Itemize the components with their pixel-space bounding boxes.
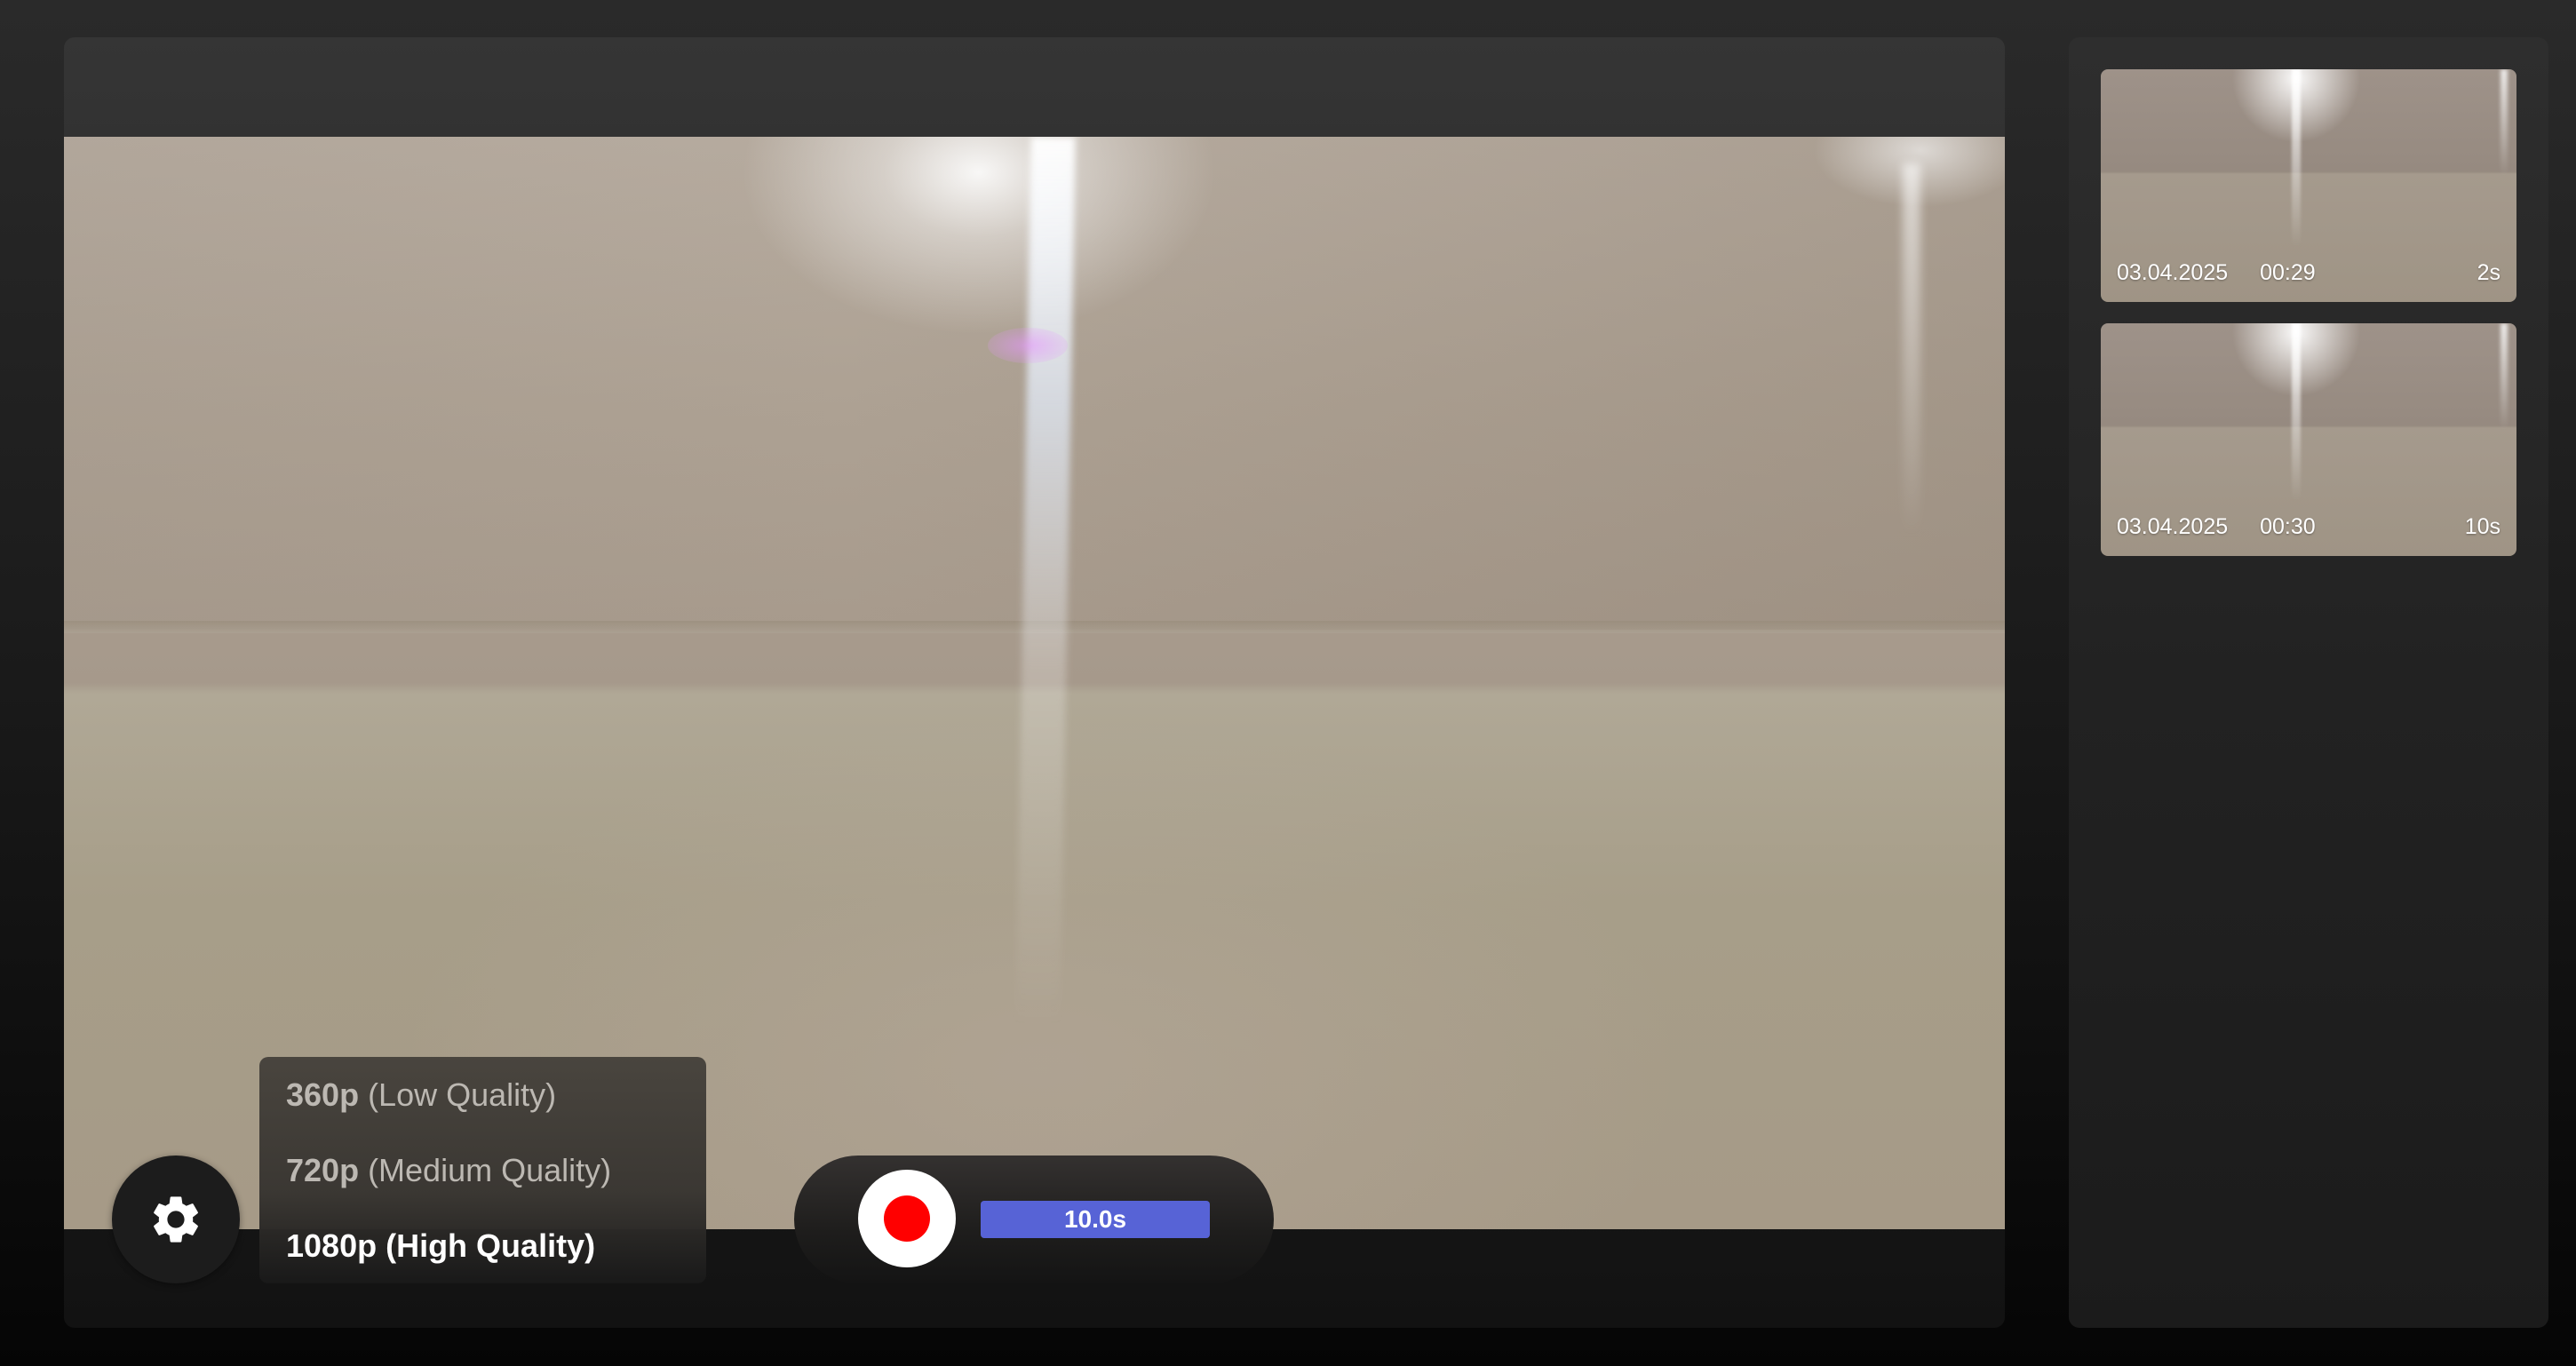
record-dot-icon [884,1195,930,1242]
quality-option-1080p[interactable]: 1080p (High Quality) [259,1208,706,1283]
quality-resolution: 1080p [286,1227,378,1264]
clip-meta: 03.04.2025 00:29 2s [2117,259,2500,286]
quality-description: (Medium Quality) [368,1151,612,1188]
quality-resolution: 720p [286,1151,360,1188]
clip-date: 03.04.2025 [2117,259,2229,285]
lens-flare [988,328,1068,363]
quality-option-360p[interactable]: 360p (Low Quality) [259,1057,706,1132]
quality-description: (Low Quality) [368,1076,557,1113]
clips-sidebar: 03.04.2025 00:29 2s 03.04.2025 00:30 10s [2069,37,2548,1328]
clip-duration: 2s [2477,259,2500,285]
quality-resolution: 360p [286,1076,360,1113]
clip-meta: 03.04.2025 00:30 10s [2117,513,2500,540]
quality-description: (High Quality) [386,1227,596,1264]
quality-menu: 360p (Low Quality) 720p (Medium Quality)… [259,1057,706,1283]
gear-icon [154,1196,198,1243]
record-controls: 10.0s [794,1156,1274,1283]
record-button[interactable] [858,1170,956,1267]
recording-timer: 10.0s [981,1201,1210,1238]
clip-time: 00:30 [2260,513,2316,539]
clip-thumbnail[interactable]: 03.04.2025 00:30 10s [2101,323,2516,556]
clip-light-beam-secondary [2500,323,2508,430]
settings-button[interactable] [112,1156,240,1283]
camera-panel: 360p (Low Quality) 720p (Medium Quality)… [64,37,2005,1328]
clip-date: 03.04.2025 [2117,513,2229,539]
clip-duration: 10s [2464,513,2500,539]
clip-light-beam-secondary [2500,69,2508,176]
quality-option-720p[interactable]: 720p (Medium Quality) [259,1132,706,1208]
light-beam-secondary [1903,163,1920,536]
clip-thumbnail[interactable]: 03.04.2025 00:29 2s [2101,69,2516,302]
clip-time: 00:29 [2260,259,2316,285]
clip-light-beam [2292,69,2301,247]
clip-light-beam [2292,323,2301,501]
